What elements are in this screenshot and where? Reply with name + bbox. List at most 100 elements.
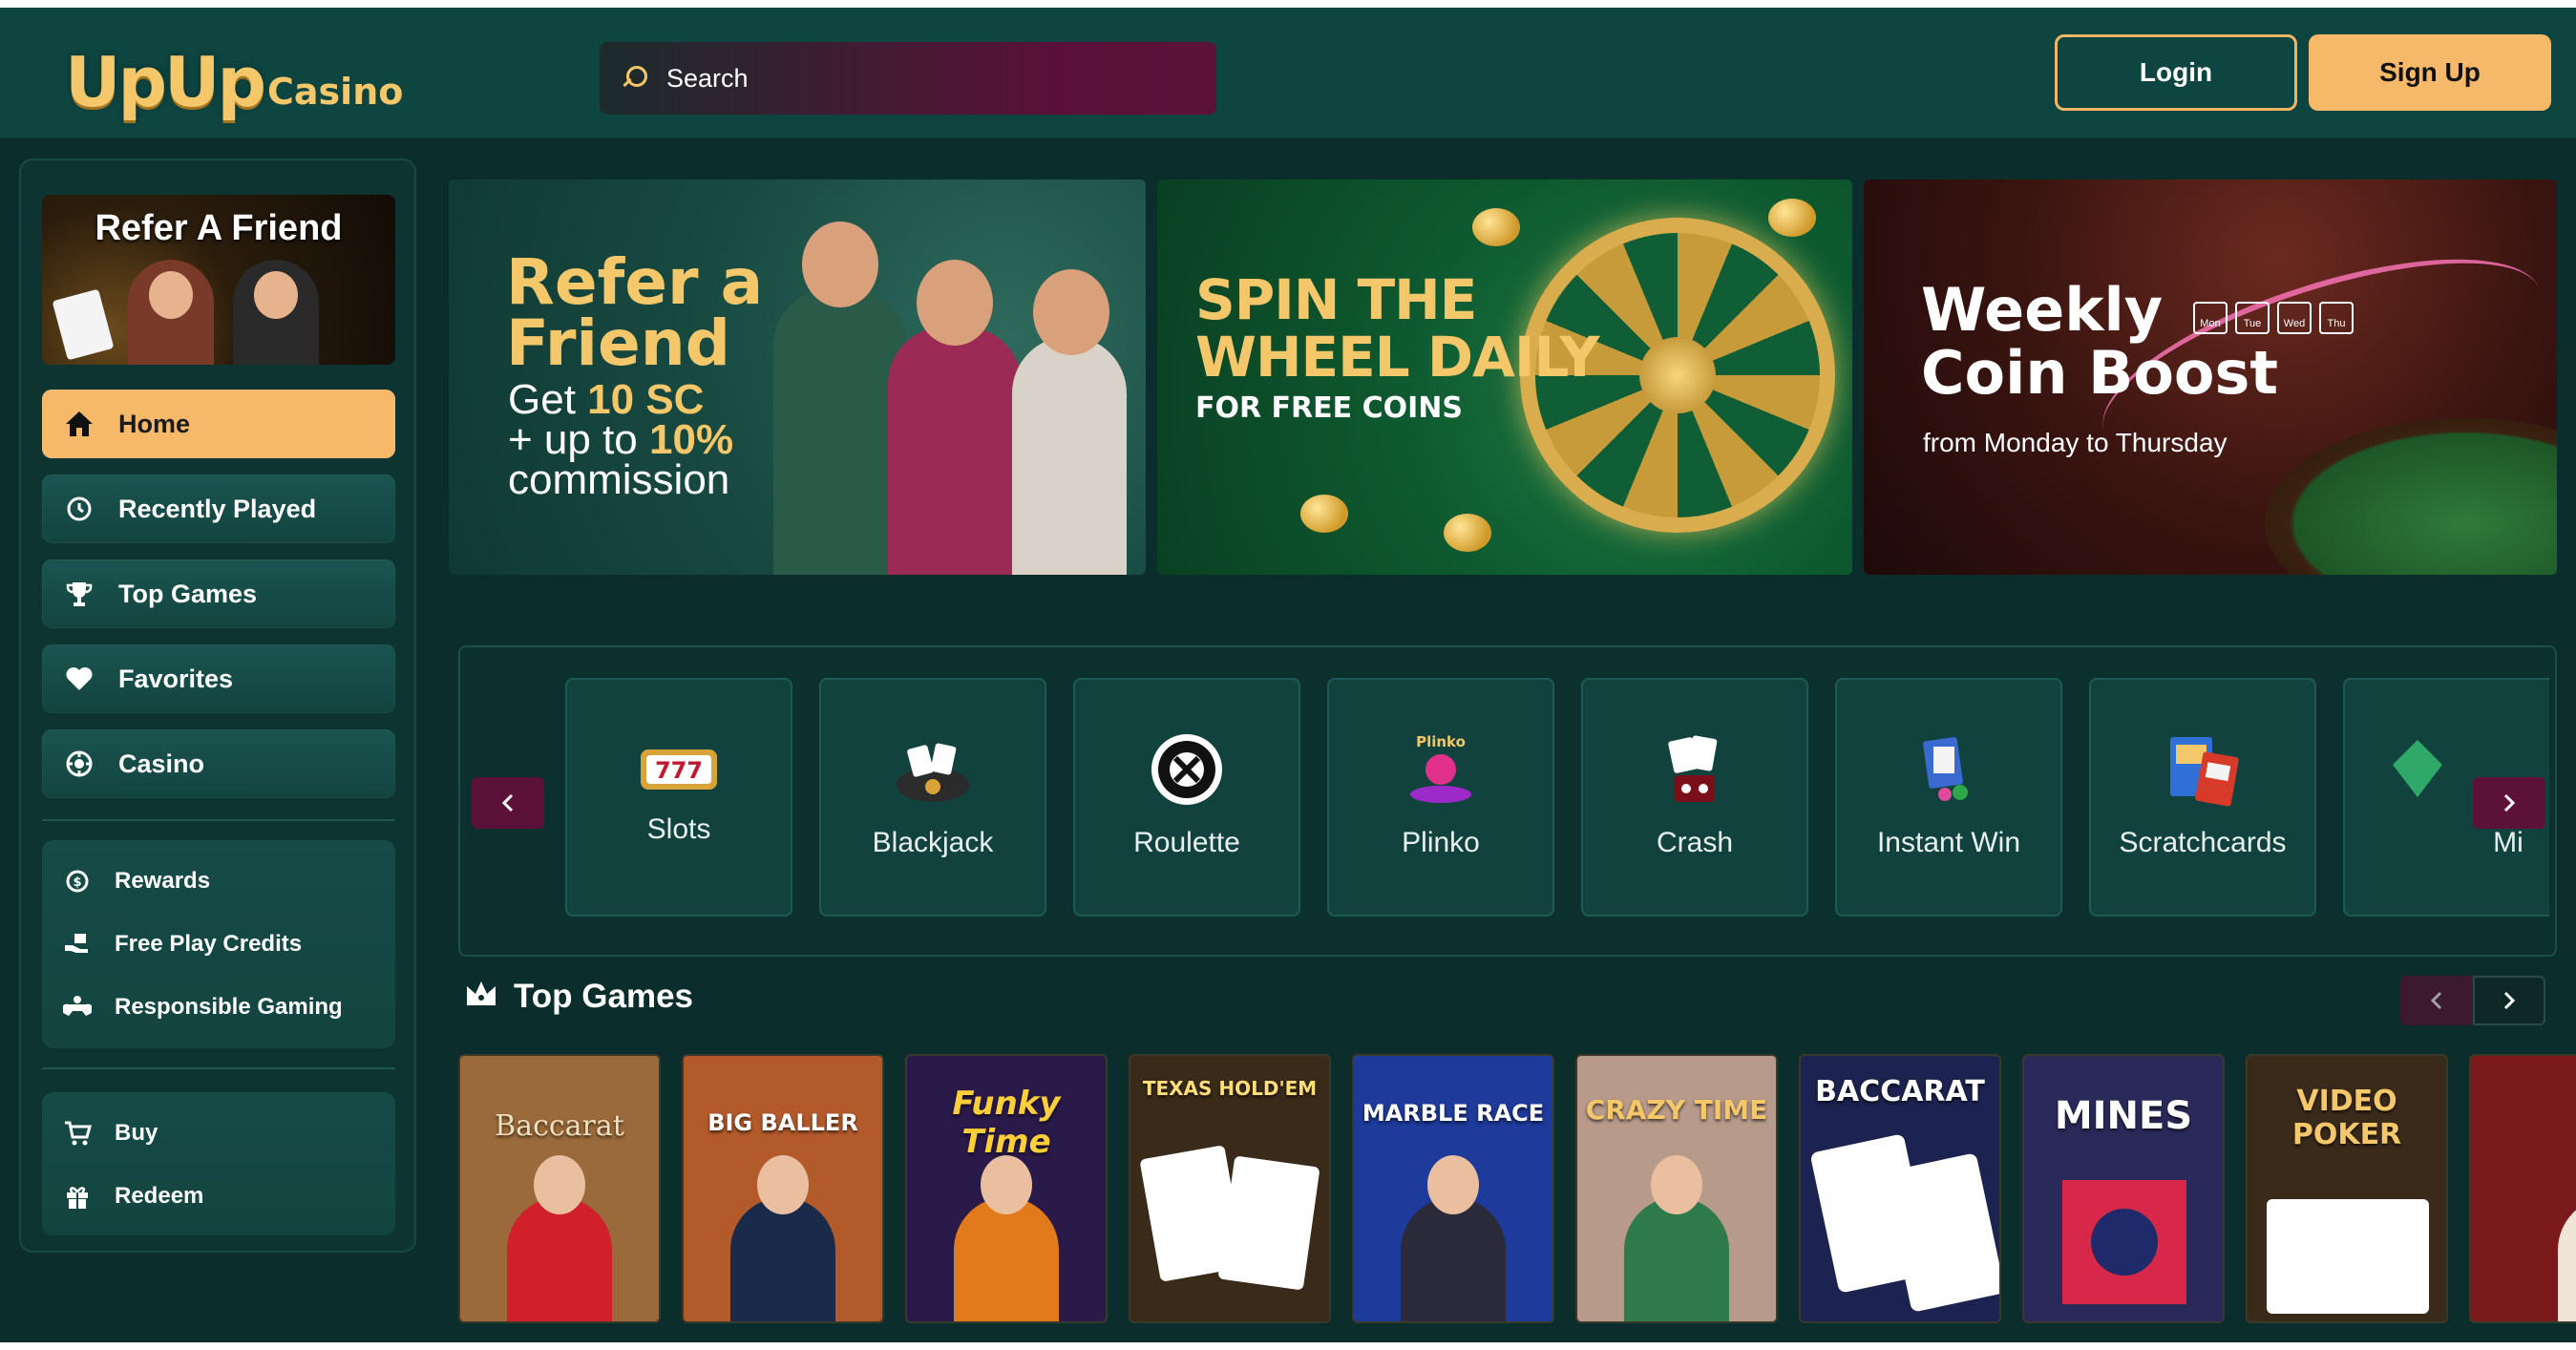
playing-card-graphic — [1882, 1152, 1999, 1313]
logo-sub-text: Casino — [267, 71, 404, 113]
game-tile[interactable] — [2469, 1054, 2576, 1323]
dealer-graphic — [954, 1155, 1059, 1321]
sidebar-item-redeem[interactable]: Redeem — [42, 1165, 395, 1228]
top-games-next-button[interactable] — [2473, 976, 2545, 1025]
top-games-heading: Top Games — [464, 978, 693, 1016]
person-graphic — [1012, 269, 1127, 575]
sidebar-item-label: Rewards — [115, 868, 211, 894]
category-scratchcards[interactable]: Scratchcards — [2089, 678, 2316, 917]
game-tile[interactable]: BACCARAT — [1799, 1054, 2001, 1323]
playing-card-graphic — [2267, 1199, 2429, 1314]
category-instant-win[interactable]: Instant Win — [1835, 678, 2062, 917]
category-roulette[interactable]: Roulette — [1073, 678, 1300, 917]
refer-a-friend-promo[interactable]: Refer A Friend — [42, 195, 395, 365]
sidebar-item-label: Responsible Gaming — [115, 994, 343, 1020]
banner-heading-line: Coin Boost — [1921, 338, 2279, 408]
game-title: Funky Time — [952, 1085, 1061, 1161]
dealer-graphic — [1401, 1155, 1506, 1321]
sidebar-divider — [42, 1067, 395, 1069]
bomb-icon — [2091, 1209, 2158, 1276]
chevron-left-icon — [501, 793, 514, 812]
banner-text: commission — [508, 456, 730, 503]
person-graphic — [233, 260, 319, 365]
top-games-list: Baccarat BIG BALLER Funky Time TEXAS HOL… — [458, 1054, 2576, 1327]
weekly-coin-boost-banner[interactable]: Weekly Coin Boost Mon Tue Wed Thu from M… — [1864, 179, 2557, 575]
game-tile[interactable]: TEXAS HOLD'EM — [1129, 1054, 1331, 1323]
coin-graphic — [1472, 208, 1520, 246]
calendar-day: Mon — [2193, 302, 2228, 334]
banner-heading-line: Friend — [506, 306, 731, 380]
playing-card-graphic — [1217, 1155, 1320, 1291]
history-icon — [63, 493, 95, 525]
game-title: VIDEO POKER — [2291, 1085, 2402, 1151]
dealer-graphic — [507, 1155, 612, 1321]
sidebar-item-top-games[interactable]: Top Games — [42, 559, 395, 628]
sidebar-item-favorites[interactable]: Favorites — [42, 644, 395, 713]
top-games-nav — [2400, 976, 2545, 1025]
sidebar-group-rewards: $ Rewards Free Play Credits Responsible … — [42, 840, 395, 1048]
svg-text:777: 777 — [655, 757, 703, 784]
promo-title: Refer A Friend — [95, 208, 343, 248]
app-frame: UpUp Casino Login Sign Up Refer A Friend… — [0, 8, 2576, 1342]
banner-heading-line: SPIN THE — [1195, 267, 1477, 332]
game-title: MINES — [2054, 1094, 2193, 1138]
sidebar-item-recently-played[interactable]: Recently Played — [42, 475, 395, 543]
category-list: 777 Slots Blackjack Roulette Plinko Plin… — [565, 678, 2549, 918]
sidebar-item-rewards[interactable]: $ Rewards — [42, 850, 395, 913]
cart-icon — [63, 1117, 92, 1150]
gamepad-icon — [63, 991, 92, 1023]
category-prev-button[interactable] — [472, 777, 544, 829]
crash-icon — [1655, 733, 1735, 806]
game-tile[interactable]: Funky Time — [905, 1054, 1108, 1323]
sidebar-item-casino[interactable]: Casino — [42, 729, 395, 798]
dealer-graphic — [1624, 1155, 1729, 1321]
sign-up-button[interactable]: Sign Up — [2309, 34, 2551, 111]
search-icon — [621, 66, 647, 91]
game-tile[interactable]: MINES — [2022, 1054, 2225, 1323]
sidebar-item-responsible-gaming[interactable]: Responsible Gaming — [42, 976, 395, 1039]
category-next-button[interactable] — [2473, 777, 2545, 829]
coin-graphic — [1768, 199, 1816, 237]
category-label: Blackjack — [872, 827, 994, 858]
sidebar-divider — [42, 819, 395, 821]
sidebar-item-buy[interactable]: Buy — [42, 1102, 395, 1165]
coin-graphic — [1444, 514, 1491, 552]
category-plinko[interactable]: Plinko Plinko — [1327, 678, 1554, 917]
chevron-left-icon — [2430, 991, 2442, 1010]
heart-icon — [63, 663, 95, 695]
category-label: Crash — [1656, 827, 1734, 858]
sidebar-item-free-play-credits[interactable]: Free Play Credits — [42, 913, 395, 976]
top-games-prev-button[interactable] — [2400, 976, 2473, 1025]
category-crash[interactable]: Crash — [1581, 678, 1808, 917]
sidebar-item-label: Buy — [115, 1120, 158, 1146]
gift-hand-icon — [63, 928, 92, 960]
game-title: Baccarat — [495, 1109, 624, 1143]
game-tile[interactable]: VIDEO POKER — [2246, 1054, 2448, 1323]
sidebar-group-wallet: Buy Redeem — [42, 1092, 395, 1235]
sidebar-item-label: Top Games — [118, 579, 258, 608]
category-slots[interactable]: 777 Slots — [565, 678, 792, 917]
login-button[interactable]: Login — [2055, 34, 2297, 111]
logo-main-text: UpUp — [65, 42, 266, 122]
upup-casino-logo[interactable]: UpUp Casino — [65, 34, 403, 120]
game-tile[interactable]: MARBLE RACE — [1352, 1054, 1554, 1323]
spin-the-wheel-banner[interactable]: SPIN THE WHEEL DAILY FOR FREE COINS — [1157, 179, 1852, 575]
search-input[interactable] — [666, 63, 1201, 94]
category-blackjack[interactable]: Blackjack — [819, 678, 1046, 917]
weekday-calendar: Mon Tue Wed Thu — [2193, 302, 2354, 334]
calendar-day: Tue — [2235, 302, 2270, 334]
playing-card-graphic — [52, 288, 115, 361]
game-tile[interactable]: BIG BALLER — [682, 1054, 884, 1323]
coin-graphic — [1300, 495, 1348, 533]
game-tile[interactable]: CRAZY TIME — [1575, 1054, 1778, 1323]
game-title: MARBLE RACE — [1362, 1100, 1545, 1127]
instant-win-icon — [1909, 733, 1989, 806]
search-bar[interactable] — [600, 42, 1216, 115]
person-graphic — [888, 260, 1022, 575]
game-tile[interactable]: Baccarat — [458, 1054, 661, 1323]
refer-a-friend-banner[interactable]: Refer a Friend Get 10 SC + up to 10% com… — [449, 179, 1146, 575]
dealer-graphic — [730, 1155, 835, 1321]
svg-text:Plinko: Plinko — [1416, 733, 1466, 750]
sidebar-item-home[interactable]: Home — [42, 390, 395, 458]
banner-subtext: Get 10 SC + up to 10% commission — [508, 379, 733, 503]
